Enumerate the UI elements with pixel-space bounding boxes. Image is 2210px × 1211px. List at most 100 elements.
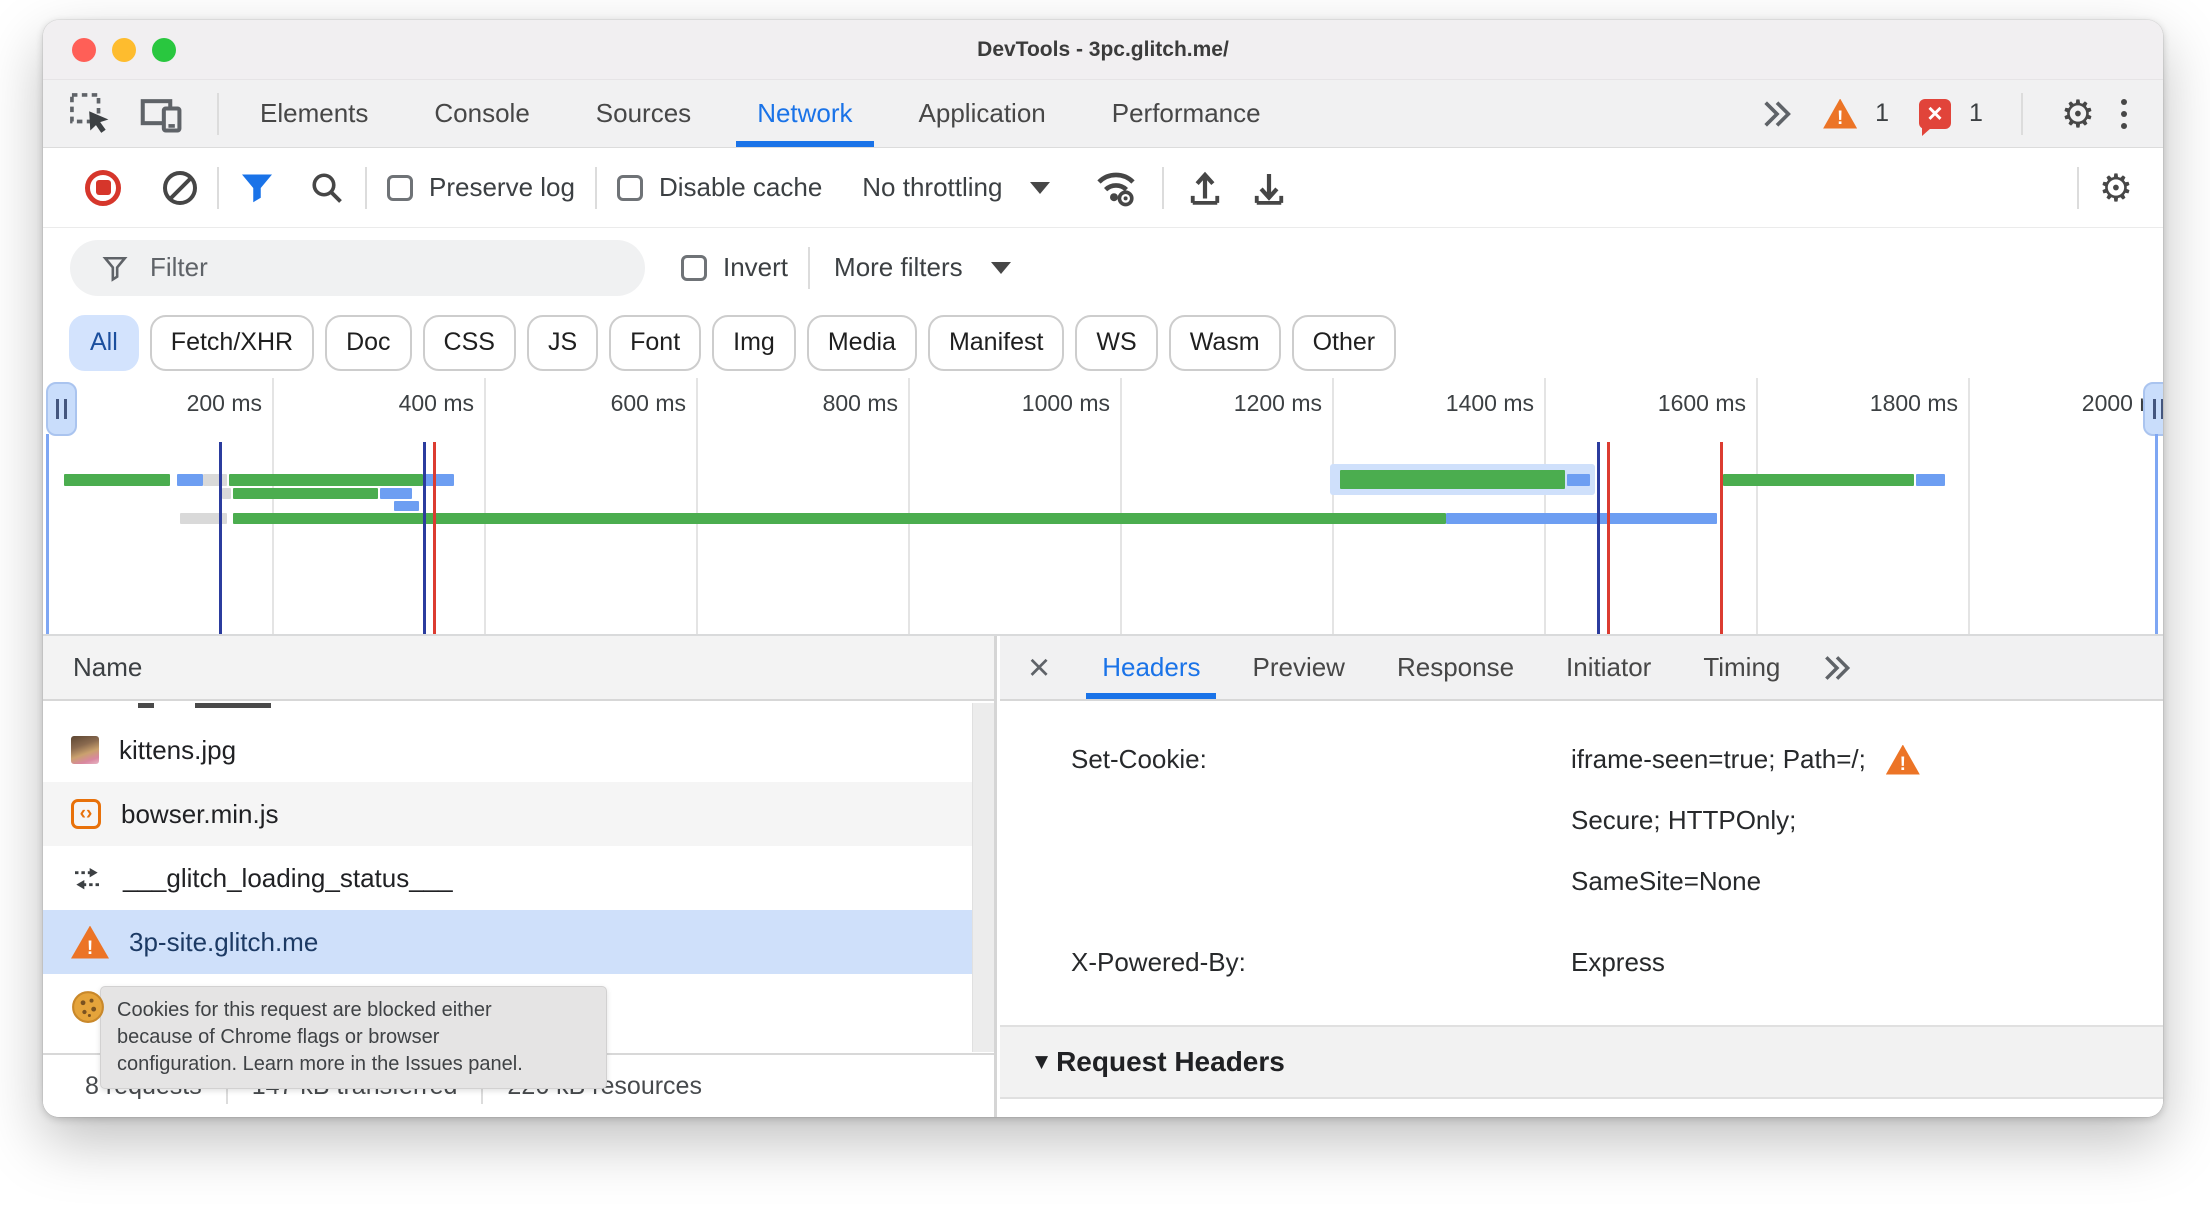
tooltip-line: Cookies for this request are blocked eit… — [117, 999, 492, 1021]
waterfall-bar — [1567, 474, 1590, 486]
tab-network[interactable]: Network — [724, 80, 885, 147]
details-tab-headers[interactable]: Headers — [1086, 636, 1217, 699]
tab-console[interactable]: Console — [401, 80, 562, 147]
image-thumbnail-icon — [71, 736, 99, 764]
network-conditions-icon[interactable] — [1090, 164, 1142, 212]
chip-css[interactable]: CSS — [422, 314, 516, 371]
request-list-scrollbar[interactable] — [972, 703, 994, 1052]
chip-ws[interactable]: WS — [1075, 314, 1158, 371]
script-file-icon: ‹› — [71, 799, 101, 829]
request-name: ___glitch_loading_status___ — [123, 862, 453, 893]
set-cookie-header-row: Set-Cookie: iframe-seen=true; Path=/; Sec… — [1000, 729, 2163, 912]
cookies-blocked-tooltip: Cookies for this request are blocked eit… — [100, 986, 607, 1089]
tab-elements[interactable]: Elements — [227, 80, 401, 147]
issues-warning-icon[interactable] — [1823, 98, 1858, 129]
disable-cache-label[interactable]: Disable cache — [659, 172, 822, 203]
header-name: X-Powered-By: — [1071, 947, 1246, 977]
request-row-bowser-min-js[interactable]: ‹› bowser.min.js — [43, 782, 994, 846]
cookie-warning-icon[interactable] — [1885, 744, 1920, 775]
more-filters-dropdown-arrow[interactable] — [990, 261, 1011, 274]
throttling-select-value[interactable]: No throttling — [862, 172, 1002, 203]
collapse-triangle-icon[interactable]: ▼ — [1035, 1052, 1048, 1072]
request-row-kittens-jpg[interactable]: kittens.jpg — [43, 718, 994, 782]
network-overview-waterfall[interactable]: 200 ms 400 ms 600 ms 800 ms 1000 ms 1200 ms 14… — [43, 378, 2163, 634]
tab-performance[interactable]: Performance — [1079, 80, 1294, 147]
load-event-line — [1606, 442, 1610, 634]
error-count[interactable]: 1 — [1969, 99, 1983, 128]
disable-cache-checkbox[interactable] — [616, 174, 643, 201]
chip-media[interactable]: Media — [806, 314, 917, 371]
chip-fetch-xhr[interactable]: Fetch/XHR — [149, 314, 315, 371]
network-settings-gear-icon[interactable]: ⚙ — [2099, 169, 2133, 207]
toolbar-divider — [217, 92, 219, 135]
request-row-3p-site-glitch-me[interactable]: 3p-site.glitch.me — [43, 910, 994, 974]
search-icon[interactable] — [309, 170, 345, 206]
invert-label[interactable]: Invert — [723, 252, 788, 283]
waterfall-bar — [1340, 470, 1566, 489]
network-toolbar: Preserve log Disable cache No throttling… — [43, 148, 2163, 228]
partially-scrolled-row — [43, 703, 994, 718]
overview-right-handle[interactable] — [2143, 382, 2163, 436]
filter-input[interactable]: Filter — [70, 239, 645, 296]
invert-checkbox[interactable] — [681, 254, 707, 281]
overview-left-edge-line — [46, 434, 49, 634]
header-value: SameSite=None — [1571, 866, 1762, 896]
tab-sources[interactable]: Sources — [563, 80, 724, 147]
close-details-icon[interactable]: × — [1028, 649, 1050, 687]
throttling-dropdown-arrow[interactable] — [1030, 181, 1051, 194]
more-tabs-icon[interactable] — [1759, 97, 1795, 131]
tooltip-line: because of Chrome flags or browser — [117, 1026, 440, 1048]
import-har-icon[interactable] — [1184, 167, 1226, 209]
chip-all[interactable]: All — [69, 314, 139, 371]
name-column-header[interactable]: Name — [43, 636, 994, 701]
console-error-icon[interactable] — [1919, 98, 1952, 136]
details-tab-bar: × Headers Preview Response Initiator Timing — [1000, 636, 2163, 701]
timeline-gridline — [1544, 378, 1546, 634]
timeline-tick-label: 200 ms — [186, 390, 262, 416]
header-value: Secure; HTTPOnly; — [1571, 805, 1797, 835]
resource-type-filter-row: All Fetch/XHR Doc CSS JS Font Img Media Manifest… — [43, 307, 2163, 378]
chip-manifest[interactable]: Manifest — [927, 314, 1065, 371]
chip-wasm[interactable]: Wasm — [1168, 314, 1281, 371]
overview-left-handle[interactable] — [46, 382, 77, 436]
export-har-icon[interactable] — [1248, 167, 1290, 209]
details-tab-response[interactable]: Response — [1397, 636, 1514, 699]
timeline-tick-label: 1000 ms — [1021, 390, 1110, 416]
clear-network-log-button[interactable] — [163, 170, 197, 205]
device-toolbar-icon[interactable] — [139, 92, 185, 136]
timeline-gridline — [1332, 378, 1334, 634]
chip-font[interactable]: Font — [609, 314, 702, 371]
inspect-element-icon[interactable] — [69, 92, 113, 136]
filter-funnel-icon[interactable] — [239, 170, 275, 206]
details-tab-timing[interactable]: Timing — [1703, 636, 1780, 699]
load-event-line — [433, 442, 437, 634]
record-network-log-button[interactable] — [85, 169, 121, 206]
settings-gear-icon[interactable]: ⚙ — [2061, 95, 2095, 133]
preserve-log-checkbox[interactable] — [387, 174, 413, 201]
chip-js[interactable]: JS — [526, 314, 599, 371]
timeline-gridline — [1120, 378, 1122, 634]
waterfall-bar — [1446, 513, 1717, 524]
details-tab-initiator[interactable]: Initiator — [1566, 636, 1651, 699]
header-value: 3p-site.glitch.me — [1571, 1115, 1760, 1117]
tab-application[interactable]: Application — [886, 80, 1079, 147]
request-headers-section[interactable]: ▼ Request Headers — [1000, 1025, 2163, 1099]
timeline-gridline — [1756, 378, 1758, 634]
kebab-menu-icon[interactable] — [2113, 98, 2135, 129]
request-row--glitch-loading-status-[interactable]: ___glitch_loading_status___ — [43, 846, 994, 910]
filter-placeholder: Filter — [150, 252, 208, 282]
waterfall-bar — [176, 474, 204, 486]
chip-other[interactable]: Other — [1291, 314, 1397, 371]
timeline-tick-label: 800 ms — [822, 390, 898, 416]
waterfall-bar — [422, 474, 455, 486]
more-details-tabs-icon[interactable] — [1820, 652, 1854, 684]
waterfall-bar — [228, 474, 423, 486]
preserve-log-label[interactable]: Preserve log — [429, 172, 575, 203]
chip-img[interactable]: Img — [712, 314, 796, 371]
chip-doc[interactable]: Doc — [325, 314, 412, 371]
warning-count[interactable]: 1 — [1875, 99, 1889, 128]
more-filters-label[interactable]: More filters — [834, 252, 963, 283]
details-tab-preview[interactable]: Preview — [1252, 636, 1344, 699]
timeline-tick-label: 1400 ms — [1445, 390, 1534, 416]
x-powered-by-header-row: X-Powered-By: Express — [1000, 932, 2163, 993]
